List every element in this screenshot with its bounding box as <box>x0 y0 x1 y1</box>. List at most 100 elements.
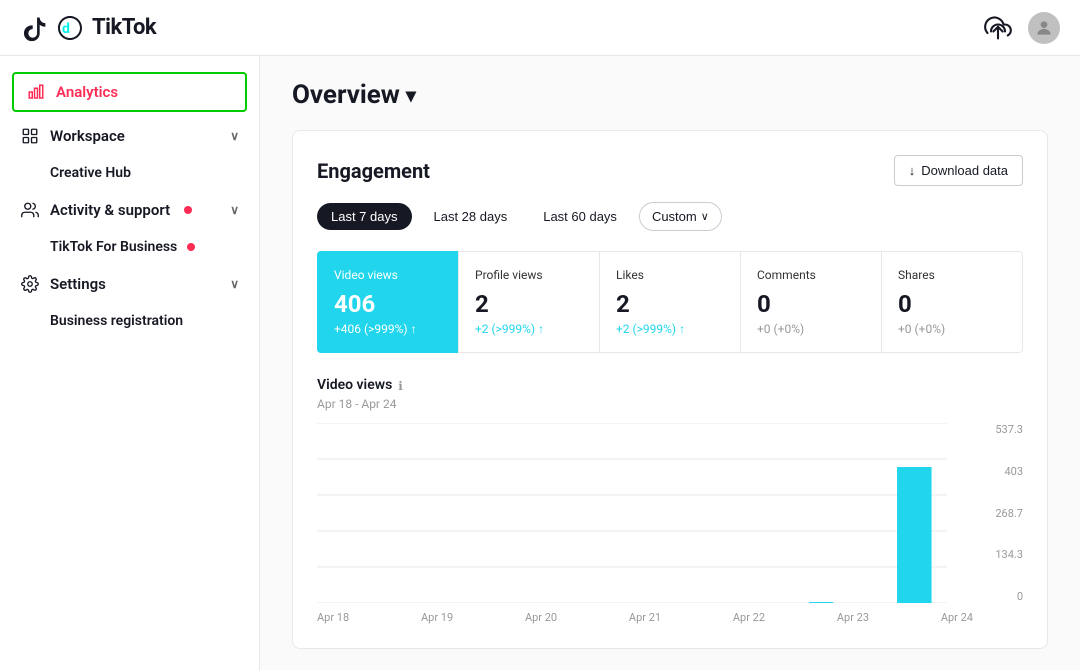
chart-x-label-apr23: Apr 23 <box>837 611 869 624</box>
sidebar-item-settings[interactable]: Settings ∨ <box>0 264 259 304</box>
bar-chart-icon <box>26 82 46 102</box>
tiktok-logo-icon <box>20 14 48 42</box>
sidebar-item-analytics-left: Analytics <box>26 82 118 102</box>
sidebar-workspace-label: Workspace <box>50 127 125 145</box>
shares-label: Shares <box>898 268 1006 282</box>
chart-section: Video views ℹ Apr 18 - Apr 24 <box>317 377 1023 624</box>
settings-chevron-icon: ∨ <box>230 277 239 291</box>
workspace-icon <box>20 126 40 146</box>
activity-dot-badge <box>184 206 192 214</box>
sidebar-creative-hub-label: Creative Hub <box>50 165 131 181</box>
tab-custom[interactable]: Custom ∨ <box>639 202 722 231</box>
likes-label: Likes <box>616 268 724 282</box>
chart-x-label-apr24: Apr 24 <box>941 611 973 624</box>
chart-x-label-apr21: Apr 21 <box>629 611 661 624</box>
profile-views-label: Profile views <box>475 268 583 282</box>
bar-chart-svg <box>317 423 973 603</box>
chart-y-label-403: 403 <box>981 465 1023 478</box>
chart-svg-container: Apr 18 Apr 19 Apr 20 Apr 21 Apr 22 Apr 2… <box>317 423 973 624</box>
engagement-title: Engagement <box>317 159 430 183</box>
sidebar: Analytics Workspace ∨ Creative Hub <box>0 56 260 670</box>
sidebar-item-activity-left: Activity & support <box>20 200 192 220</box>
video-views-label: Video views <box>334 268 442 282</box>
likes-up-icon: ↑ <box>679 322 685 336</box>
sidebar-item-activity-support[interactable]: Activity & support ∨ <box>0 190 259 230</box>
chart-y-label-5375: 537.3 <box>981 423 1023 436</box>
comments-change: +0 (+0%) <box>757 322 865 336</box>
metric-video-views: Video views 406 +406 (>999%) ↑ <box>317 251 458 353</box>
chart-x-labels: Apr 18 Apr 19 Apr 20 Apr 21 Apr 22 Apr 2… <box>317 611 973 624</box>
chart-y-label-1343: 134.3 <box>981 548 1023 561</box>
sidebar-item-workspace-left: Workspace <box>20 126 125 146</box>
profile-views-up-icon: ↑ <box>538 322 544 336</box>
sidebar-analytics-label: Analytics <box>56 83 118 101</box>
user-avatar[interactable] <box>1028 12 1060 44</box>
sidebar-business-registration-label: Business registration <box>50 313 183 329</box>
chart-y-label-2687: 268.7 <box>981 507 1023 520</box>
download-icon: ↓ <box>909 163 916 178</box>
sidebar-item-workspace[interactable]: Workspace ∨ <box>0 116 259 156</box>
chart-date-range: Apr 18 - Apr 24 <box>317 397 1023 411</box>
download-data-button[interactable]: ↓ Download data <box>894 155 1023 186</box>
page-title-text: Overview <box>292 80 400 110</box>
chart-y-labels: 537.3 403 268.7 134.3 0 <box>973 423 1023 603</box>
chart-x-label-apr18: Apr 18 <box>317 611 349 624</box>
sidebar-item-creative-hub[interactable]: Creative Hub <box>0 156 259 190</box>
chart-y-label-0: 0 <box>981 590 1023 603</box>
sidebar-settings-label: Settings <box>50 275 106 293</box>
overview-chevron-icon[interactable]: ▾ <box>406 83 416 107</box>
video-views-up-icon: ↑ <box>411 322 417 336</box>
activity-icon <box>20 200 40 220</box>
likes-change: +2 (>999%) ↑ <box>616 322 724 336</box>
sidebar-item-tiktok-business[interactable]: TikTok For Business <box>0 230 259 264</box>
header: d TikTok <box>0 0 1080 56</box>
chart-x-label-apr20: Apr 20 <box>525 611 557 624</box>
tab-last-7-days[interactable]: Last 7 days <box>317 203 412 230</box>
workspace-chevron-icon: ∨ <box>230 129 239 143</box>
tiktok-business-dot-badge <box>187 243 195 251</box>
chart-x-label-apr19: Apr 19 <box>421 611 453 624</box>
profile-views-change: +2 (>999%) ↑ <box>475 322 583 336</box>
custom-tab-label: Custom <box>652 209 697 224</box>
metrics-row: Video views 406 +406 (>999%) ↑ Profile v… <box>317 251 1023 353</box>
likes-value: 2 <box>616 290 724 318</box>
metric-comments: Comments 0 +0 (+0%) <box>740 251 881 353</box>
main-content: Overview ▾ Engagement ↓ Download data La… <box>260 56 1080 670</box>
sidebar-activity-label: Activity & support <box>50 201 170 219</box>
chart-x-label-apr22: Apr 22 <box>733 611 765 624</box>
sidebar-tiktok-business-label: TikTok For Business <box>50 239 177 255</box>
sidebar-item-business-registration[interactable]: Business registration <box>0 304 259 338</box>
sidebar-item-settings-left: Settings <box>20 274 106 294</box>
download-label: Download data <box>921 163 1008 178</box>
engagement-card-header: Engagement ↓ Download data <box>317 155 1023 186</box>
upload-icon[interactable] <box>984 14 1012 42</box>
video-views-value: 406 <box>334 290 442 318</box>
chart-info-icon[interactable]: ℹ <box>398 379 403 393</box>
engagement-card: Engagement ↓ Download data Last 7 days L… <box>292 130 1048 649</box>
chart-wrapper: Apr 18 Apr 19 Apr 20 Apr 21 Apr 22 Apr 2… <box>317 423 1023 624</box>
metric-shares: Shares 0 +0 (+0%) <box>881 251 1023 353</box>
date-tabs: Last 7 days Last 28 days Last 60 days Cu… <box>317 202 1023 231</box>
logo-text: TikTok <box>92 15 156 40</box>
main-layout: Analytics Workspace ∨ Creative Hub <box>0 56 1080 670</box>
custom-chevron-icon: ∨ <box>701 210 709 223</box>
svg-text:d: d <box>62 21 70 37</box>
comments-value: 0 <box>757 290 865 318</box>
video-views-change: +406 (>999%) ↑ <box>334 322 442 336</box>
tab-last-28-days[interactable]: Last 28 days <box>420 203 522 230</box>
metric-likes: Likes 2 +2 (>999%) ↑ <box>599 251 740 353</box>
shares-value: 0 <box>898 290 1006 318</box>
shares-change: +0 (+0%) <box>898 322 1006 336</box>
tab-last-60-days[interactable]: Last 60 days <box>529 203 631 230</box>
logo: d TikTok <box>20 14 156 42</box>
sidebar-item-analytics[interactable]: Analytics <box>12 72 247 112</box>
metric-profile-views: Profile views 2 +2 (>999%) ↑ <box>458 251 599 353</box>
settings-icon <box>20 274 40 294</box>
header-actions <box>984 12 1060 44</box>
activity-chevron-icon: ∨ <box>230 203 239 217</box>
page-title: Overview ▾ <box>292 80 1048 110</box>
chart-label: Video views <box>317 377 392 393</box>
tiktok-music-note-icon: d <box>56 14 84 42</box>
comments-label: Comments <box>757 268 865 282</box>
profile-views-value: 2 <box>475 290 583 318</box>
